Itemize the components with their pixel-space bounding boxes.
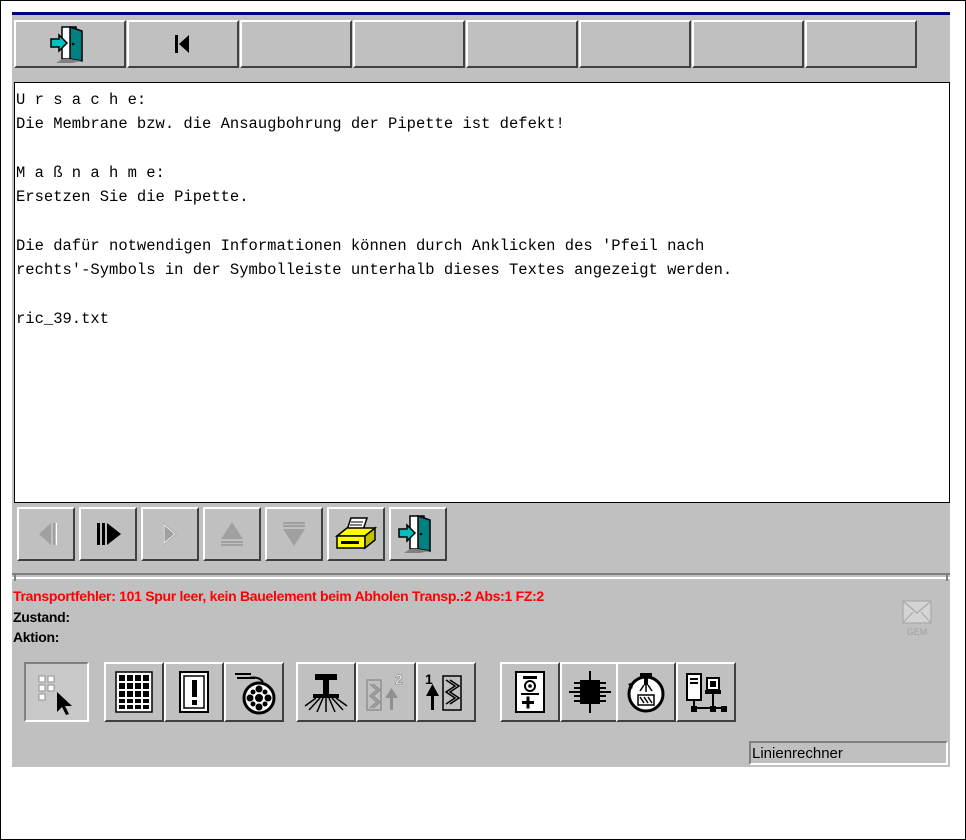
toolbar-empty-button-4[interactable]: [353, 20, 465, 68]
camera-add-icon: [515, 671, 545, 713]
error-info-text-pane[interactable]: U r s a c h e: Die Membrane bzw. die Ans…: [14, 82, 950, 503]
rotate-pipette-icon: [627, 673, 665, 713]
camera-add-button[interactable]: [500, 662, 560, 722]
toolbar-empty-button-5[interactable]: [466, 20, 578, 68]
transport-1-icon: 1: [425, 671, 462, 711]
text-line: [16, 209, 949, 233]
window-frame: U r s a c h e: Die Membrane bzw. die Ans…: [0, 0, 966, 840]
transport-2-button[interactable]: 2: [356, 662, 416, 722]
next-button[interactable]: [141, 507, 199, 561]
component-chip-button[interactable]: [560, 662, 620, 722]
exit-door-icon: [50, 25, 83, 63]
text-line: ric_39.txt: [16, 309, 110, 328]
down-disabled-icon: [283, 522, 305, 546]
separator-tick: [946, 573, 948, 581]
gem-label: GEM: [906, 627, 928, 637]
application-window: U r s a c h e: Die Membrane bzw. die Ans…: [12, 12, 950, 767]
print-button[interactable]: [327, 507, 385, 561]
first-disabled-icon: [39, 523, 57, 545]
text-line: Ersetzen Sie die Pipette.: [16, 188, 249, 207]
exclamation-card-icon: [179, 671, 209, 713]
printer-icon: [334, 517, 378, 550]
transport-1-button[interactable]: 1: [416, 662, 476, 722]
feeder-reel-icon: [235, 673, 276, 715]
pipette-nozzle-icon: [304, 674, 348, 713]
exit-door-icon: [398, 514, 431, 553]
text-line: rechts'-Symbols in der Symbolleiste unte…: [16, 261, 733, 280]
first-page-button[interactable]: [17, 507, 75, 561]
error-message: Transportfehler: 101 Spur leer, kein Bau…: [13, 588, 544, 604]
text-line: M a ß n a h m e:: [16, 163, 165, 182]
status-bar: Linienrechner: [12, 739, 950, 767]
envelope-icon: [902, 600, 932, 624]
text-line: Die dafür notwendigen Informationen könn…: [16, 236, 705, 255]
text-line: [16, 282, 949, 306]
transport-2-icon: 2: [366, 671, 403, 711]
svg-text:2: 2: [395, 671, 403, 687]
text-line: [16, 137, 949, 161]
toolbar-empty-button-7[interactable]: [692, 20, 804, 68]
pipette-button[interactable]: [296, 662, 356, 722]
aktion-label: Aktion:: [13, 629, 60, 645]
skip-to-start-button[interactable]: [127, 20, 239, 68]
toolbar-empty-button-3[interactable]: [240, 20, 352, 68]
feeder-button[interactable]: [224, 662, 284, 722]
select-cursor-icon: [38, 675, 72, 715]
status-field-line-computer: Linienrechner: [749, 741, 948, 765]
machine-line-button[interactable]: [676, 662, 736, 722]
zustand-label: Zustand:: [13, 609, 70, 625]
toolbar-empty-button-8[interactable]: [805, 20, 917, 68]
title-line: [12, 12, 950, 15]
up-disabled-icon: [221, 522, 243, 546]
skip-to-start-icon: [175, 35, 189, 53]
text-line: Die Membrane bzw. die Ansaugbohrung der …: [16, 115, 565, 134]
play-forward-button[interactable]: [79, 507, 137, 561]
rotate-pipette-button[interactable]: [616, 662, 676, 722]
separator: [12, 573, 950, 581]
machine-line-icon: [686, 673, 727, 712]
toolbar-empty-button-6[interactable]: [579, 20, 691, 68]
next-disabled-icon: [163, 523, 177, 545]
text-line: U r s a c h e:: [16, 91, 147, 109]
chip-icon: [569, 671, 611, 713]
error-messages-button[interactable]: [164, 662, 224, 722]
component-list-button[interactable]: [104, 662, 164, 722]
select-mode-button[interactable]: [24, 662, 89, 722]
scroll-down-button[interactable]: [265, 507, 323, 561]
exit-button[interactable]: [14, 20, 126, 68]
gem-mail-indicator[interactable]: GEM: [898, 599, 936, 641]
scroll-up-button[interactable]: [203, 507, 261, 561]
svg-text:1: 1: [425, 671, 433, 687]
separator-tick: [14, 573, 16, 581]
component-list-icon: [115, 671, 153, 713]
exit-text-button[interactable]: [389, 507, 447, 561]
play-icon: [97, 523, 121, 545]
